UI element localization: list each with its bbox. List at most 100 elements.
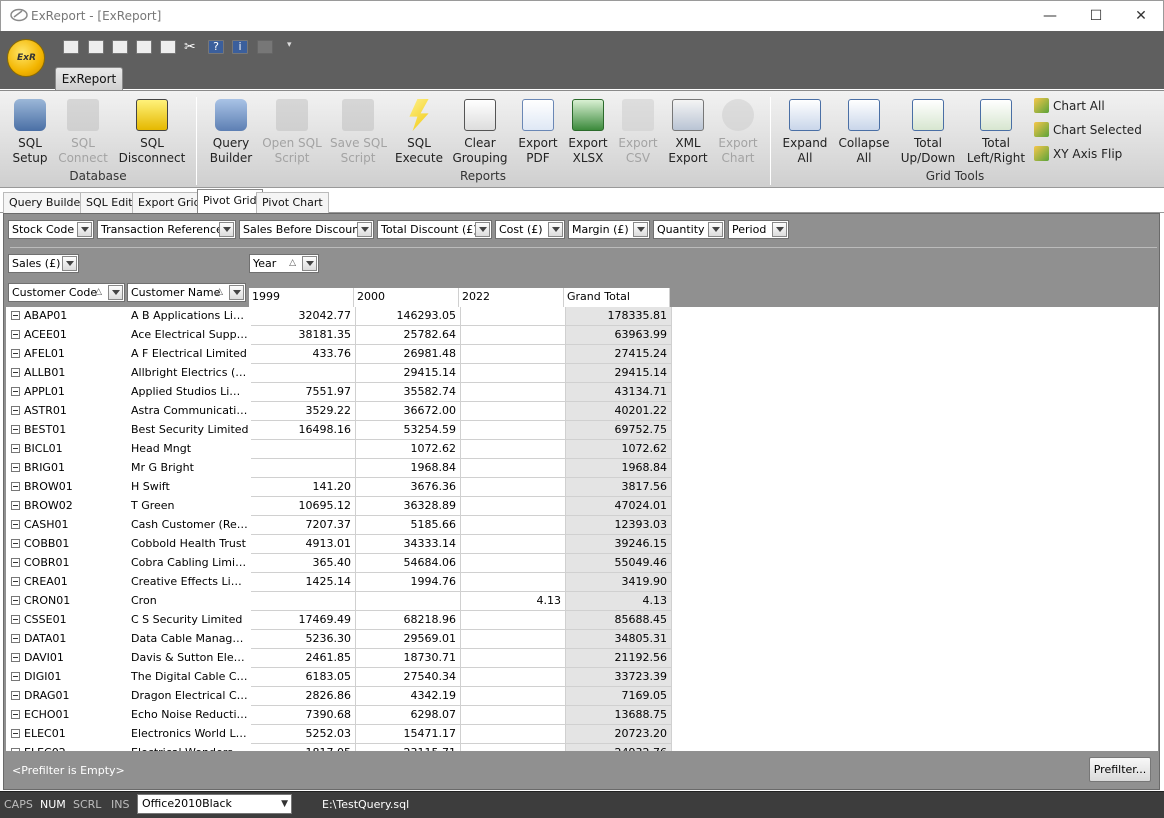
maximize-button[interactable]: ☐ bbox=[1073, 5, 1119, 27]
cell-2022[interactable]: 4.13 bbox=[461, 592, 566, 611]
cell-2022[interactable] bbox=[461, 706, 566, 725]
row-header-customer-name[interactable]: Ace Electrical Supplies bbox=[129, 326, 249, 345]
cell-grand-total[interactable]: 7169.05 bbox=[566, 687, 672, 706]
dropdown-arrow-icon[interactable] bbox=[548, 222, 563, 237]
row-header-customer-name[interactable]: Creative Effects Limited bbox=[129, 573, 249, 592]
collapse-icon[interactable] bbox=[11, 463, 20, 472]
row-header-customer-code[interactable]: DIGI01 bbox=[6, 668, 126, 687]
row-header-customer-name[interactable]: Allbright Electrics (Paris) bbox=[129, 364, 249, 383]
tab-query-builder[interactable]: Query Builder bbox=[3, 192, 91, 213]
collapse-icon[interactable] bbox=[11, 330, 20, 339]
row-header-customer-name[interactable]: Head Mngt bbox=[129, 440, 249, 459]
cell-grand-total[interactable]: 34805.31 bbox=[566, 630, 672, 649]
cell-1999[interactable]: 141.20 bbox=[251, 478, 356, 497]
sql-setup-button[interactable]: SQL Setup bbox=[8, 99, 52, 166]
column-header-1999[interactable]: 1999 bbox=[249, 288, 354, 308]
cell-1999[interactable]: 365.40 bbox=[251, 554, 356, 573]
collapse-icon[interactable] bbox=[11, 615, 20, 624]
column-field-year[interactable]: Year △ bbox=[249, 254, 319, 273]
dropdown-arrow-icon[interactable] bbox=[708, 222, 723, 237]
row-header-customer-code[interactable]: BROW01 bbox=[6, 478, 126, 497]
cell-1999[interactable]: 7551.97 bbox=[251, 383, 356, 402]
cell-2022[interactable] bbox=[461, 478, 566, 497]
row-header-customer-code[interactable]: ELEC01 bbox=[6, 725, 126, 744]
row-header-customer-name[interactable]: Best Security Limited bbox=[129, 421, 249, 440]
cell-1999[interactable]: 7390.68 bbox=[251, 706, 356, 725]
collapse-icon[interactable] bbox=[11, 691, 20, 700]
collapse-icon[interactable] bbox=[11, 634, 20, 643]
application-menu-button[interactable]: ExR bbox=[7, 39, 45, 77]
cell-2000[interactable]: 18730.71 bbox=[356, 649, 461, 668]
clear-grouping-button[interactable]: Clear Grouping bbox=[452, 99, 508, 166]
row-header-customer-code[interactable]: BROW02 bbox=[6, 497, 126, 516]
collapse-icon[interactable] bbox=[11, 368, 20, 377]
cell-grand-total[interactable]: 12393.03 bbox=[566, 516, 672, 535]
quick-access-help-icon[interactable]: ? bbox=[208, 40, 224, 54]
collapse-icon[interactable] bbox=[11, 558, 20, 567]
cell-grand-total[interactable]: 3817.56 bbox=[566, 478, 672, 497]
column-header-grand-total[interactable]: Grand Total bbox=[564, 288, 670, 308]
dropdown-arrow-icon[interactable] bbox=[77, 222, 92, 237]
cell-1999[interactable]: 2826.86 bbox=[251, 687, 356, 706]
cell-1999[interactable]: 32042.77 bbox=[251, 307, 356, 326]
collapse-icon[interactable] bbox=[11, 520, 20, 529]
cell-2022[interactable] bbox=[461, 326, 566, 345]
cell-1999[interactable]: 2461.85 bbox=[251, 649, 356, 668]
filter-field-transaction-reference[interactable]: Transaction Reference bbox=[97, 220, 236, 239]
cell-grand-total[interactable]: 3419.90 bbox=[566, 573, 672, 592]
row-header-customer-code[interactable]: BICL01 bbox=[6, 440, 126, 459]
chart-selected-button[interactable]: Chart Selected bbox=[1034, 120, 1142, 140]
cell-1999[interactable]: 4913.01 bbox=[251, 535, 356, 554]
quick-access-info-icon[interactable]: i bbox=[232, 40, 248, 54]
row-header-customer-code[interactable]: AFEL01 bbox=[6, 345, 126, 364]
row-header-customer-code[interactable]: COBB01 bbox=[6, 535, 126, 554]
cell-1999[interactable]: 16498.16 bbox=[251, 421, 356, 440]
cell-grand-total[interactable]: 1968.84 bbox=[566, 459, 672, 478]
row-header-customer-name[interactable]: Electronics World Limited bbox=[129, 725, 249, 744]
cell-2022[interactable] bbox=[461, 307, 566, 326]
cell-1999[interactable]: 5236.30 bbox=[251, 630, 356, 649]
cell-2022[interactable] bbox=[461, 744, 566, 751]
cell-grand-total[interactable]: 1072.62 bbox=[566, 440, 672, 459]
row-field-customer-name[interactable]: Customer Name △ bbox=[127, 283, 246, 302]
cell-2022[interactable] bbox=[461, 535, 566, 554]
row-header-customer-name[interactable]: Dragon Electrical Contractors bbox=[129, 687, 249, 706]
filter-field-margin[interactable]: Margin (£) bbox=[568, 220, 650, 239]
collapse-icon[interactable] bbox=[11, 653, 20, 662]
cell-grand-total[interactable]: 24932.76 bbox=[566, 744, 672, 751]
cell-1999[interactable]: 1425.14 bbox=[251, 573, 356, 592]
cell-2000[interactable]: 26981.48 bbox=[356, 345, 461, 364]
row-header-customer-code[interactable]: DRAG01 bbox=[6, 687, 126, 706]
row-header-customer-code[interactable]: ALLB01 bbox=[6, 364, 126, 383]
row-header-customer-code[interactable]: BRIG01 bbox=[6, 459, 126, 478]
dropdown-arrow-icon[interactable] bbox=[62, 256, 77, 271]
quick-access-grid-icon[interactable] bbox=[88, 40, 104, 54]
row-header-customer-code[interactable]: DATA01 bbox=[6, 630, 126, 649]
cell-2000[interactable]: 3676.36 bbox=[356, 478, 461, 497]
row-header-customer-name[interactable]: Cobra Cabling Limited bbox=[129, 554, 249, 573]
cell-2000[interactable]: 1072.62 bbox=[356, 440, 461, 459]
export-xlsx-button[interactable]: Export XLSX bbox=[566, 99, 610, 166]
cell-2000[interactable]: 6298.07 bbox=[356, 706, 461, 725]
xml-export-button[interactable]: XML Export bbox=[666, 99, 710, 166]
cell-2000[interactable]: 4342.19 bbox=[356, 687, 461, 706]
collapse-icon[interactable] bbox=[11, 577, 20, 586]
expand-all-button[interactable]: Expand All bbox=[782, 99, 828, 166]
cell-grand-total[interactable]: 4.13 bbox=[566, 592, 672, 611]
tab-export-grid[interactable]: Export Grid bbox=[132, 192, 207, 213]
cell-2000[interactable]: 29415.14 bbox=[356, 364, 461, 383]
row-header-customer-code[interactable]: COBR01 bbox=[6, 554, 126, 573]
cell-grand-total[interactable]: 33723.39 bbox=[566, 668, 672, 687]
cell-2000[interactable]: 34333.14 bbox=[356, 535, 461, 554]
cell-2022[interactable] bbox=[461, 668, 566, 687]
collapse-icon[interactable] bbox=[11, 539, 20, 548]
cell-2022[interactable] bbox=[461, 649, 566, 668]
dropdown-arrow-icon[interactable] bbox=[302, 256, 317, 271]
cell-2000[interactable]: 5185.66 bbox=[356, 516, 461, 535]
cell-grand-total[interactable]: 55049.46 bbox=[566, 554, 672, 573]
quick-access-copy-icon[interactable] bbox=[112, 40, 128, 54]
cell-grand-total[interactable]: 43134.71 bbox=[566, 383, 672, 402]
row-header-customer-name[interactable]: A F Electrical Limited bbox=[129, 345, 249, 364]
collapse-icon[interactable] bbox=[11, 425, 20, 434]
row-header-customer-code[interactable]: ASTR01 bbox=[6, 402, 126, 421]
